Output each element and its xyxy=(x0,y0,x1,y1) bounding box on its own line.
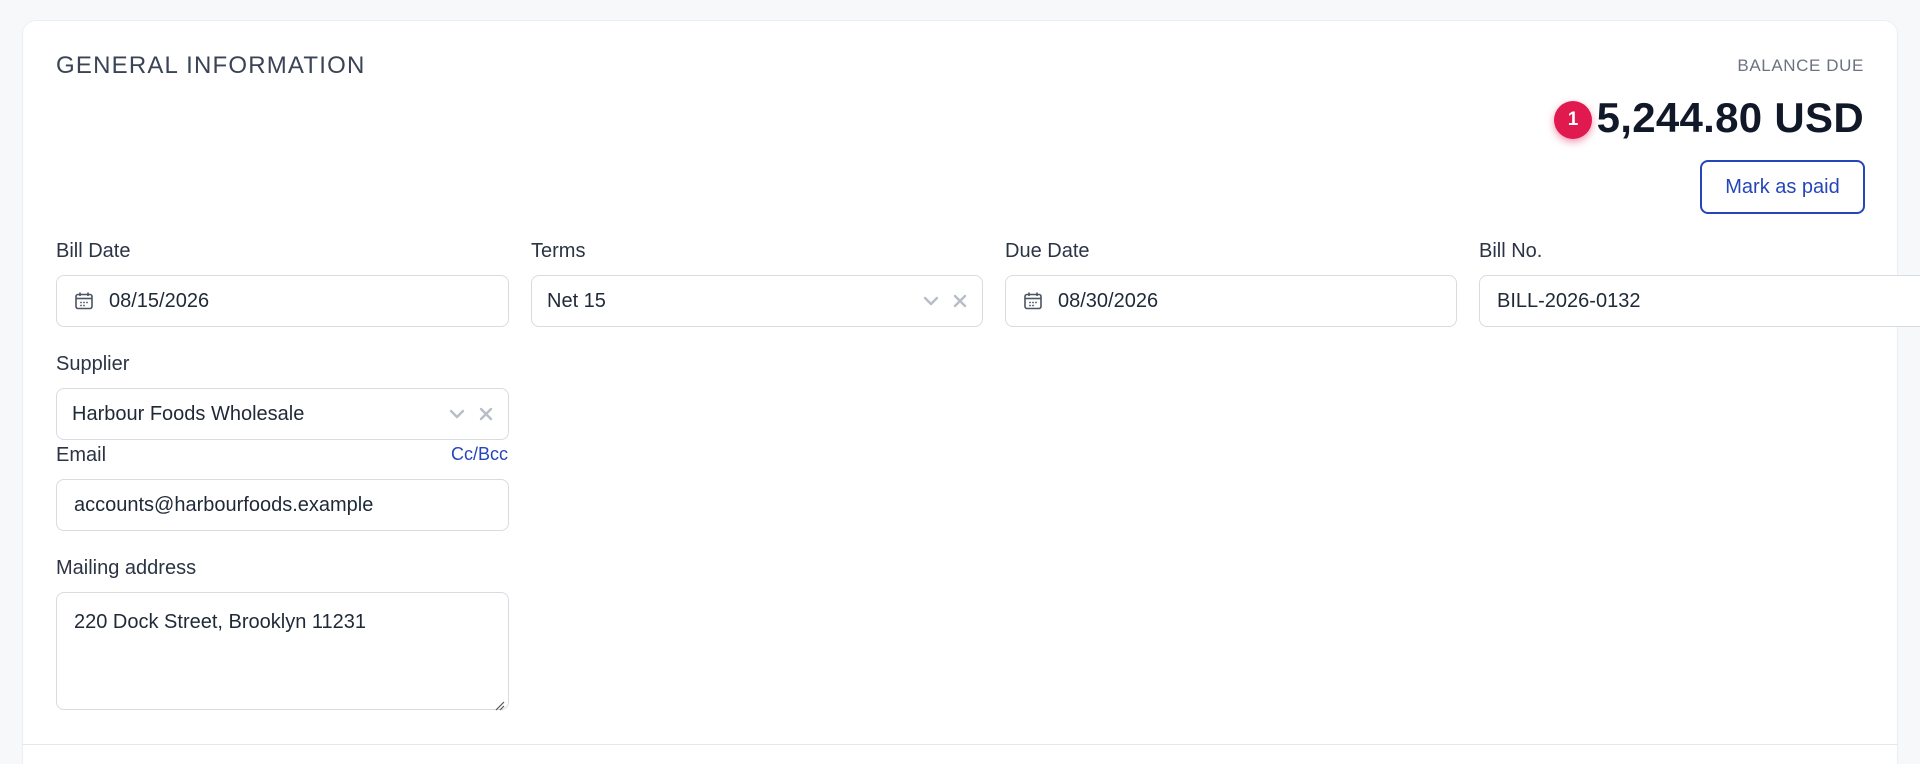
email-value: accounts@harbourfoods.example xyxy=(74,493,374,516)
terms-label: Terms xyxy=(531,240,586,262)
due-date-label: Due Date xyxy=(1005,240,1090,262)
mark-as-paid-button[interactable]: Mark as paid xyxy=(1700,160,1865,214)
notification-badge[interactable]: 1 xyxy=(1554,101,1592,139)
section-title: GENERAL INFORMATION xyxy=(56,52,366,79)
mailing-address-value: 220 Dock Street, Brooklyn 11231 xyxy=(74,611,367,633)
chevron-down-icon[interactable] xyxy=(922,292,940,310)
email-label: Email xyxy=(56,444,107,466)
supplier-value: Harbour Foods Wholesale xyxy=(72,402,305,425)
balance-due-amount: 5,244.80 USD xyxy=(1596,94,1864,141)
bill-date-label: Bill Date xyxy=(56,240,131,262)
balance-due-label: BALANCE DUE xyxy=(1737,56,1864,75)
resize-handle-icon[interactable] xyxy=(493,694,505,711)
section-divider xyxy=(22,744,1898,745)
close-icon[interactable] xyxy=(952,293,968,309)
due-date-field[interactable]: 08/30/2026 xyxy=(1005,275,1457,327)
calendar-icon xyxy=(73,290,95,312)
bill-no-value: BILL-2026-0132 xyxy=(1497,289,1641,312)
mailing-address-textarea[interactable]: 220 Dock Street, Brooklyn 11231 xyxy=(56,592,509,711)
supplier-select[interactable]: Harbour Foods Wholesale xyxy=(56,388,509,440)
supplier-label: Supplier xyxy=(56,353,130,375)
terms-value: Net 15 xyxy=(547,289,606,312)
terms-select[interactable]: Net 15 xyxy=(531,275,983,327)
calendar-icon xyxy=(1022,290,1044,312)
email-field[interactable]: accounts@harbourfoods.example xyxy=(56,479,509,531)
mailing-address-label: Mailing address xyxy=(56,557,197,579)
due-date-value: 08/30/2026 xyxy=(1058,289,1159,312)
bill-date-value: 08/15/2026 xyxy=(109,289,210,312)
chevron-down-icon[interactable] xyxy=(448,405,466,423)
bill-no-label: Bill No. xyxy=(1479,240,1543,262)
close-icon[interactable] xyxy=(478,406,494,422)
bill-no-input[interactable]: BILL-2026-0132 xyxy=(1479,275,1920,327)
bill-date-field[interactable]: 08/15/2026 xyxy=(56,275,509,327)
cc-bcc-link[interactable]: Cc/Bcc xyxy=(446,444,508,465)
